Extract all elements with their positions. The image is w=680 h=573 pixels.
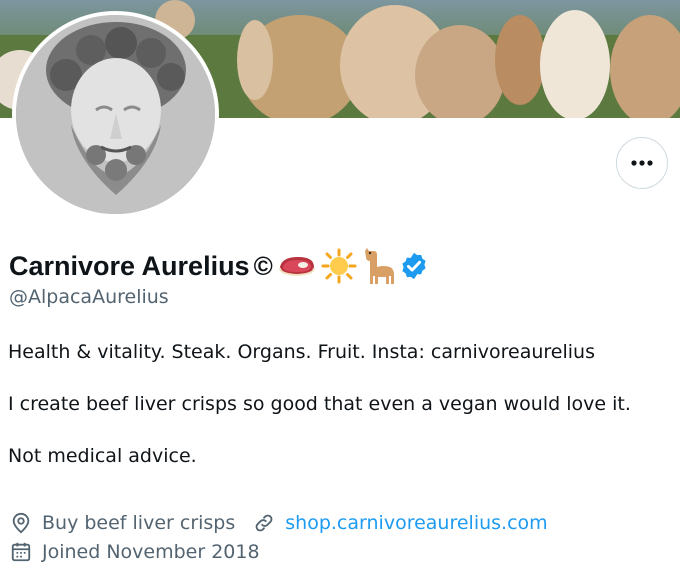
profile-meta-row: Buy beef liver crisps shop.carnivoreaure… bbox=[10, 512, 548, 534]
verified-badge-icon[interactable] bbox=[399, 251, 429, 281]
user-handle: @AlpacaAurelius bbox=[9, 286, 169, 308]
location-text: Buy beef liver crisps bbox=[42, 512, 236, 534]
steak-emoji-icon bbox=[278, 257, 315, 277]
avatar[interactable] bbox=[16, 15, 215, 214]
more-options-icon bbox=[631, 160, 653, 166]
copyright-symbol: © bbox=[253, 250, 273, 281]
website-link[interactable]: shop.carnivoreaurelius.com bbox=[285, 512, 547, 534]
bio-line-2: I create beef liver crisps so good that … bbox=[8, 393, 631, 415]
calendar-icon bbox=[10, 541, 32, 563]
bio-line-1: Health & vitality. Steak. Organs. Fruit.… bbox=[8, 341, 595, 363]
bio-line-3: Not medical advice. bbox=[8, 445, 197, 467]
link-icon bbox=[253, 512, 275, 534]
more-options-button[interactable] bbox=[616, 137, 668, 189]
location-pin-icon bbox=[10, 512, 32, 534]
profile-bio: Health & vitality. Steak. Organs. Fruit.… bbox=[8, 340, 680, 469]
joined-date: Joined November 2018 bbox=[42, 541, 260, 563]
sun-emoji-icon bbox=[321, 248, 357, 284]
display-name-row: Carnivore Aurelius © bbox=[9, 246, 429, 286]
llama-emoji-icon bbox=[364, 248, 394, 284]
joined-row: Joined November 2018 bbox=[10, 541, 260, 563]
display-name: Carnivore Aurelius bbox=[9, 250, 250, 281]
marcus-aurelius-bust-image bbox=[16, 15, 215, 214]
